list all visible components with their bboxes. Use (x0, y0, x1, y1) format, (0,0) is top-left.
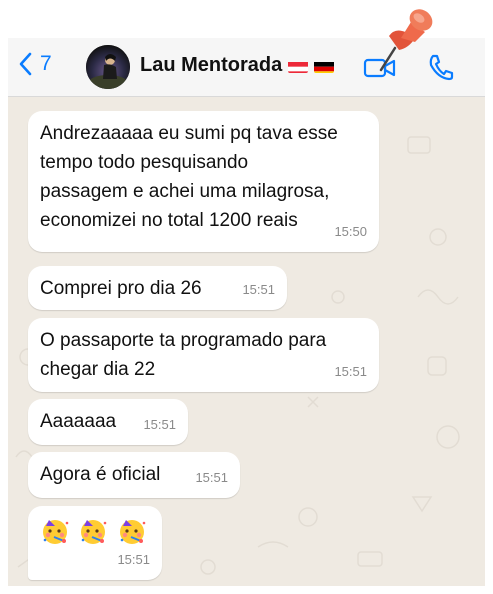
message-time: 15:50 (334, 224, 367, 239)
message-text: Comprei pro dia 26 (40, 278, 202, 299)
avatar[interactable] (86, 45, 130, 89)
message-time: 15:51 (143, 417, 176, 432)
message-time: 15:51 (117, 552, 150, 567)
contact-name: Lau Mentorada (140, 54, 283, 76)
message-time: 15:51 (242, 282, 275, 297)
message-text: O passaporte ta programado para chegar d… (40, 330, 327, 380)
message-bubble[interactable]: 15:51 (28, 506, 162, 580)
message-text: Andrezaaaaa eu sumi pq tava esse tempo t… (40, 123, 338, 231)
chevron-left-icon (19, 52, 32, 76)
message-time: 15:51 (195, 470, 228, 485)
message-bubble[interactable]: Agora é oficial 15:51 (28, 452, 240, 498)
unread-count: 7 (40, 52, 52, 75)
back-button[interactable]: 7 (18, 52, 52, 76)
message-time: 15:51 (334, 364, 367, 379)
chat-window: 7 Lau Mentorada Andrezaaaaa eu sumi pq t… (8, 38, 485, 586)
message-bubble[interactable]: Aaaaaaa 15:51 (28, 399, 188, 445)
contact-title[interactable]: Lau Mentorada (140, 54, 335, 77)
partying-face-emoji-icon (43, 520, 69, 544)
message-bubble[interactable]: Comprei pro dia 26 15:51 (28, 266, 287, 310)
austria-flag-icon (288, 59, 309, 73)
germany-flag-icon (314, 59, 335, 73)
partying-face-emoji-icon (119, 520, 145, 544)
partying-face-emoji-icon (81, 520, 107, 544)
message-list[interactable]: Andrezaaaaa eu sumi pq tava esse tempo t… (8, 97, 485, 586)
message-bubble[interactable]: O passaporte ta programado para chegar d… (28, 318, 379, 392)
message-bubble[interactable]: Andrezaaaaa eu sumi pq tava esse tempo t… (28, 111, 379, 252)
push-pin-icon (379, 9, 433, 72)
